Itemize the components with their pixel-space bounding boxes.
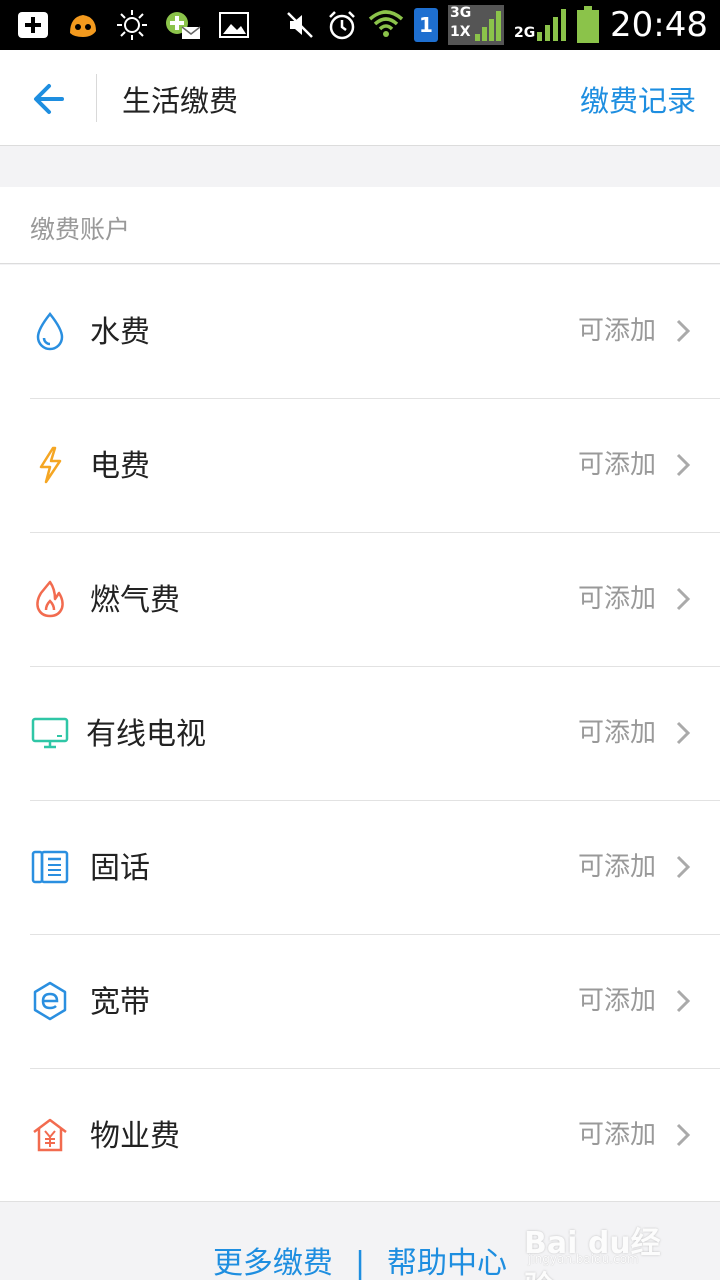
chevron-right-icon [676, 453, 691, 477]
list-item-water[interactable]: 水费 可添加 [0, 265, 720, 399]
water-drop-icon [28, 309, 72, 353]
item-status: 可添加 [577, 450, 656, 480]
item-status: 可添加 [577, 584, 656, 614]
list-item-landline[interactable]: 固话 可添加 [0, 801, 720, 935]
watermark-url: jingyan.baidu.com [528, 1252, 639, 1266]
list-item-broadband[interactable]: 宽带 可添加 [0, 935, 720, 1069]
list-item-property[interactable]: 物业费 可添加 [0, 1069, 720, 1203]
add-notification-icon [16, 10, 50, 40]
item-label: 有线电视 [86, 717, 206, 752]
section-header: 缴费账户 [0, 187, 720, 264]
item-label: 水费 [90, 315, 150, 350]
network-top-label: 3G [450, 5, 472, 21]
baidu-watermark: Bai du经验 jingyan.baidu.com [520, 1218, 680, 1280]
chevron-right-icon [676, 587, 691, 611]
phone-icon [28, 845, 72, 889]
battery-icon [576, 6, 600, 44]
footer-divider: | [354, 1246, 366, 1280]
payment-history-link[interactable]: 缴费记录 [580, 78, 696, 120]
item-status: 可添加 [577, 986, 656, 1016]
back-button[interactable] [22, 74, 72, 124]
lightning-icon [28, 443, 72, 487]
back-arrow-icon [34, 84, 64, 114]
more-payments-link[interactable]: 更多缴费 [213, 1246, 333, 1280]
list-item-electricity[interactable]: 电费 可添加 [0, 399, 720, 533]
chevron-right-icon [676, 989, 691, 1013]
list-item-gas[interactable]: 燃气费 可添加 [0, 533, 720, 667]
app-header: 生活缴费 缴费记录 [0, 50, 720, 146]
payment-account-list: 水费 可添加 电费 可添加 燃气费 可添加 有线电视 可添加 固话 可添加 宽带… [0, 265, 720, 1201]
network-2g-icon: 2G [514, 5, 567, 45]
uc-browser-icon [66, 9, 100, 41]
network-3g-icon: 3G 1X [448, 5, 505, 45]
item-label: 宽带 [90, 985, 150, 1020]
chevron-right-icon [676, 1123, 691, 1147]
help-center-link[interactable]: 帮助中心 [387, 1246, 507, 1280]
item-label: 电费 [90, 449, 150, 484]
alarm-icon [326, 9, 358, 41]
item-label: 固话 [90, 851, 150, 886]
message-icon [164, 9, 202, 41]
list-item-cable-tv[interactable]: 有线电视 可添加 [0, 667, 720, 801]
wifi-icon [368, 7, 404, 43]
item-status: 可添加 [577, 1120, 656, 1150]
property-house-icon [28, 1113, 72, 1157]
network-2g-label: 2G [514, 25, 536, 41]
item-label: 物业费 [90, 1119, 180, 1154]
sim-card-icon: 1 [414, 8, 439, 42]
chevron-right-icon [676, 319, 691, 343]
item-status: 可添加 [577, 852, 656, 882]
item-label: 燃气费 [90, 583, 180, 618]
section-title: 缴费账户 [30, 215, 131, 244]
mute-icon [284, 9, 316, 41]
watermark-brand: Bai du经验 [524, 1226, 661, 1280]
item-status: 可添加 [577, 718, 656, 748]
status-bar: 1 3G 1X 2G 20:48 [0, 0, 720, 50]
item-status: 可添加 [577, 316, 656, 346]
header-divider [96, 74, 97, 122]
chevron-right-icon [676, 721, 691, 745]
broadband-icon [28, 979, 72, 1023]
clock: 20:48 [610, 5, 708, 45]
gallery-icon [218, 10, 250, 40]
brightness-icon [116, 9, 148, 41]
tv-icon [28, 711, 72, 755]
chevron-right-icon [676, 855, 691, 879]
network-bottom-label: 1X [450, 24, 471, 40]
page-title: 生活缴费 [122, 84, 239, 118]
flame-icon [28, 577, 72, 621]
